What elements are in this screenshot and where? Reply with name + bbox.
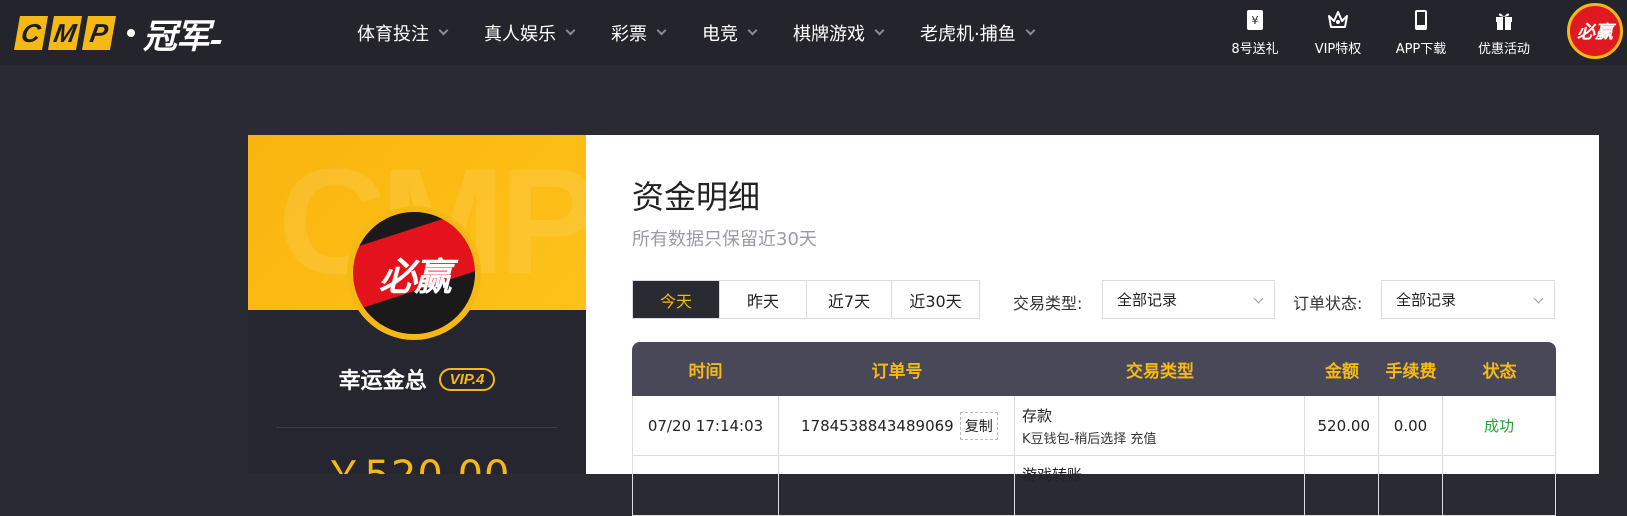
profile-avatar[interactable]: 必赢 [347, 206, 481, 340]
tab-yesterday[interactable]: 昨天 [720, 281, 807, 318]
tab-today[interactable]: 今天 [633, 281, 720, 318]
header-order-no: 订单号 [871, 361, 923, 382]
quick-link-label: VIP特权 [1314, 42, 1362, 57]
cell-status: 成功 [1483, 417, 1514, 435]
select-value: 全部记录 [1117, 291, 1178, 309]
cell-type: 存款 K豆钱包-稍后选择 充值 [1015, 396, 1305, 455]
order-status-label: 订单状态: [1293, 294, 1363, 313]
chevron-down-icon [1533, 293, 1544, 304]
table-row: 07/20 17:14:03 1784538843489069 复制 存款 K豆… [632, 396, 1556, 456]
table-header: 时间 订单号 交易类型 金额 手续费 状态 [632, 342, 1556, 396]
fund-details-panel: 资金明细 所有数据只保留近30天 今天 昨天 近7天 近30天 交易类型: 全部… [586, 135, 1599, 516]
cell-amount [1305, 456, 1379, 515]
order-status-select[interactable]: 全部记录 [1381, 280, 1555, 319]
logo-dash [210, 40, 222, 44]
chevron-down-icon [565, 25, 576, 35]
site-logo[interactable]: C M P 冠军 [14, 16, 222, 57]
main-menu: 体育投注 真人娱乐 彩票 电竞 棋牌游戏 老虎机·捕鱼 [357, 0, 1071, 65]
quick-link-promotions[interactable]: 优惠活动 [1469, 8, 1539, 57]
select-value: 全部记录 [1396, 291, 1457, 309]
chevron-down-icon [1253, 293, 1264, 304]
cell-order-no: 1784538843489069 复制 [779, 396, 1015, 455]
user-avatar[interactable]: 必赢 [1567, 3, 1623, 59]
logo-letter-m: M [48, 16, 82, 50]
username-row: 幸运金总 VIP.4 [248, 363, 586, 395]
menu-item-live-casino[interactable]: 真人娱乐 [484, 20, 576, 46]
cell-order-no [779, 456, 1015, 515]
vip-badge: VIP.4 [438, 367, 496, 391]
logo-cn-text: 冠军 [143, 16, 210, 57]
page-subtitle: 所有数据只保留近30天 [632, 229, 817, 250]
cell-fee: 0.00 [1379, 396, 1443, 455]
avatar-brand-text: 必赢 [378, 254, 452, 299]
table-row: 游戏转账 [632, 456, 1556, 516]
transaction-type-select[interactable]: 全部记录 [1102, 280, 1275, 319]
profile-divider [276, 427, 558, 428]
menu-item-lottery[interactable]: 彩票 [611, 20, 667, 46]
svg-text:¥: ¥ [1252, 14, 1259, 27]
menu-item-label: 真人娱乐 [484, 23, 556, 45]
menu-item-esports[interactable]: 电竞 [702, 20, 758, 46]
quick-link-label: 8号送礼 [1231, 42, 1279, 57]
date-range-tabs: 今天 昨天 近7天 近30天 [632, 280, 980, 319]
quick-link-app-download[interactable]: APP下载 [1386, 8, 1456, 57]
top-navbar: C M P 冠军 体育投注 真人娱乐 彩票 电竞 棋牌游戏 老虎机·捕鱼 ¥ 8… [0, 0, 1627, 65]
gift-icon [1496, 13, 1512, 30]
menu-item-slots-fishing[interactable]: 老虎机·捕鱼 [920, 20, 1036, 46]
username: 幸运金总 [338, 369, 427, 394]
tab-last-7-days[interactable]: 近7天 [807, 281, 892, 318]
chevron-down-icon [1025, 25, 1036, 35]
menu-item-label: 体育投注 [357, 23, 429, 45]
quick-link-label: 优惠活动 [1477, 42, 1530, 57]
chevron-down-icon [747, 25, 758, 35]
type-main: 游戏转账 [1022, 466, 1083, 484]
chevron-down-icon [874, 25, 885, 35]
cell-status [1443, 456, 1555, 515]
quick-link-8-gift[interactable]: ¥ 8号送礼 [1220, 8, 1290, 57]
profile-avatar-image: 必赢 [353, 212, 475, 334]
chevron-down-icon [656, 25, 667, 35]
header-type: 交易类型 [1126, 361, 1194, 382]
cell-time [633, 456, 779, 515]
transaction-type-label: 交易类型: [1013, 294, 1083, 313]
menu-item-sports[interactable]: 体育投注 [357, 20, 449, 46]
logo-letter-c: C [14, 16, 48, 50]
header-time: 时间 [688, 361, 723, 382]
quick-link-label: APP下载 [1395, 42, 1447, 57]
gift-card-icon: ¥ [1247, 10, 1263, 30]
menu-item-label: 棋牌游戏 [793, 23, 865, 45]
phone-icon [1415, 10, 1427, 30]
header-status: 状态 [1482, 361, 1517, 382]
avatar-brand-text: 必赢 [1577, 22, 1613, 43]
chevron-down-icon [438, 25, 449, 35]
menu-item-card-games[interactable]: 棋牌游戏 [793, 20, 885, 46]
menu-item-label: 电竞 [702, 23, 738, 45]
profile-card: CMP 必赢 幸运金总 VIP.4 ￥520.00 [248, 135, 586, 474]
logo-letter-p: P [82, 16, 116, 50]
type-main: 存款 [1022, 406, 1053, 425]
menu-item-label: 老虎机·捕鱼 [920, 23, 1016, 45]
type-detail: K豆钱包-稍后选择 充值 [1022, 431, 1157, 447]
order-number: 1784538843489069 [801, 416, 954, 435]
cell-time: 07/20 17:14:03 [633, 396, 779, 455]
quick-link-vip[interactable]: VIP特权 [1303, 8, 1373, 57]
tab-last-30-days[interactable]: 近30天 [892, 281, 979, 318]
menu-item-label: 彩票 [611, 23, 647, 45]
header-fee: 手续费 [1385, 361, 1437, 382]
logo-dot [127, 29, 135, 37]
header-amount: 金额 [1325, 361, 1359, 382]
cell-type: 游戏转账 [1015, 456, 1305, 515]
cell-fee [1379, 456, 1443, 515]
cell-amount: 520.00 [1305, 396, 1379, 455]
copy-order-button[interactable]: 复制 [959, 411, 998, 440]
crown-icon [1328, 11, 1348, 28]
page-title: 资金明细 [632, 178, 761, 216]
wallet-balance: ￥520.00 [248, 443, 586, 474]
transactions-table: 时间 订单号 交易类型 金额 手续费 状态 07/20 17:14:03 178… [632, 342, 1556, 516]
